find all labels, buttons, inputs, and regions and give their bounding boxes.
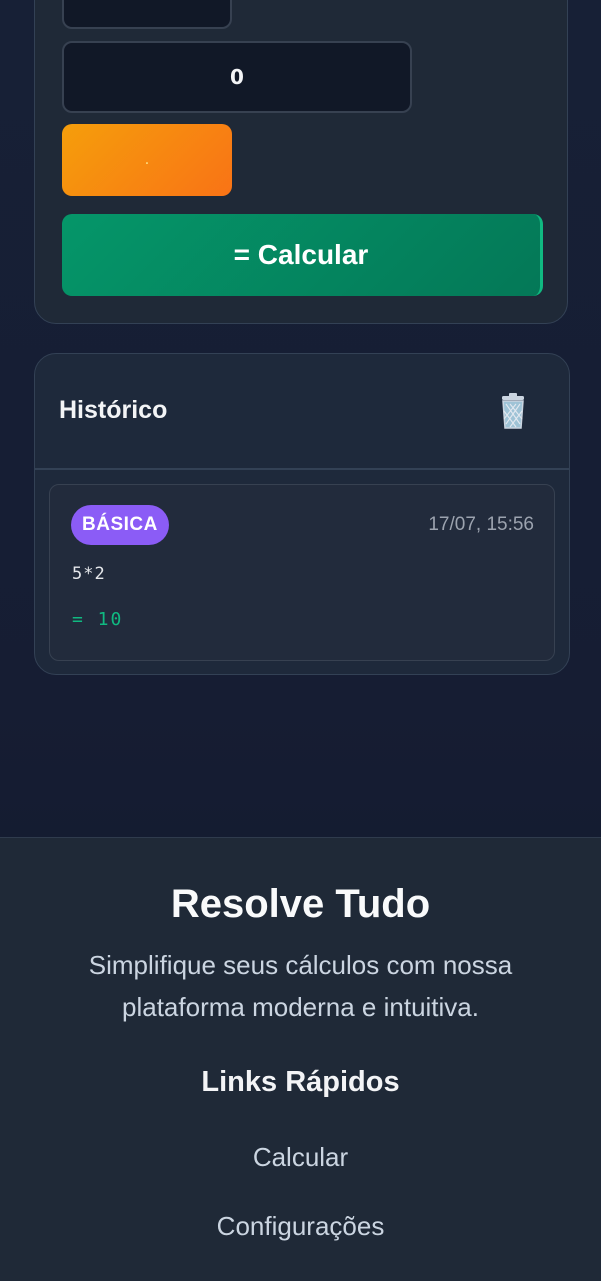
decimal-point-key[interactable]: . (62, 124, 232, 196)
trash-icon[interactable] (495, 391, 531, 431)
history-timestamp: 17/07, 15:56 (428, 514, 534, 535)
history-title: Histórico (59, 396, 168, 424)
quick-links-title: Links Rápidos (201, 1066, 400, 1098)
footer: Resolve Tudo Simplifique seus cálculos c… (0, 837, 601, 1281)
calc-type-badge: BÁSICA (71, 505, 169, 545)
history-card: Histórico BÁSICA 17/07, 15:56 5*2 = 10 (34, 353, 570, 675)
footer-description: Simplifique seus cálculos com nossa plat… (88, 950, 513, 1022)
calculate-button[interactable]: = Calcular (62, 214, 543, 296)
footer-link-calcular[interactable]: Calcular (0, 1142, 601, 1173)
history-result: = 10 (72, 609, 124, 630)
footer-title: Resolve Tudo (170, 882, 431, 926)
history-expression: 5*2 (72, 564, 106, 584)
footer-link-configuracoes[interactable]: Configurações (0, 1211, 601, 1242)
calculator-key[interactable] (62, 0, 232, 29)
calculator-card: 0 . = Calcular (34, 0, 568, 324)
history-item[interactable]: BÁSICA 17/07, 15:56 5*2 = 10 (49, 484, 555, 661)
history-header: Histórico (35, 354, 569, 470)
calculator-display-key[interactable]: 0 (62, 41, 412, 113)
